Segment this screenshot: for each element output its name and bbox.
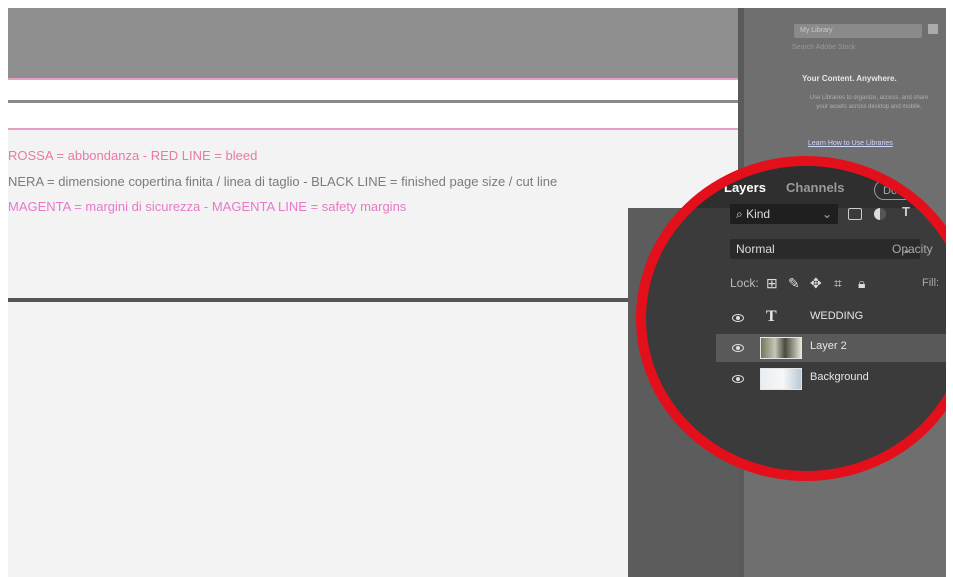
pasteboard-top [8,8,738,78]
fill-label: Fill: [922,277,940,289]
blend-mode-value: Normal [736,242,775,256]
visibility-eye-icon[interactable] [732,373,744,385]
visibility-eye-icon[interactable] [732,342,744,354]
image-filter-icon[interactable] [848,208,862,220]
layer-thumbnail [760,337,802,359]
libraries-heading: Your Content. Anywhere. [802,74,897,83]
chevron-down-icon: ⌄ [821,207,832,221]
lock-label: Lock: [730,276,759,290]
note-magenta-line: MAGENTA = margini di sicurezza - MAGENTA… [8,199,407,214]
visibility-eye-icon[interactable] [732,312,744,324]
opacity-label: Opacity [892,242,933,256]
tab-channels[interactable]: Channels [786,180,845,195]
stock-search-input[interactable]: Search Adobe Stock [792,44,855,51]
filter-kind-label: Kind [746,207,771,221]
search-icon: ⌕ [736,207,747,221]
lock-position-icon[interactable]: ✥ [810,274,822,292]
learn-libraries-link[interactable]: Learn How to Use Libraries [808,140,893,147]
grid-view-icon[interactable] [928,24,938,34]
document-pill[interactable]: Document [874,180,946,200]
safety-margin-line [8,128,738,130]
page-margin-area [8,80,738,100]
lock-image-pixels-icon[interactable]: ✎ [788,274,800,292]
layer-name: Layer 2 [810,340,847,352]
layer-thumbnail [760,368,802,390]
layer-row-wedding[interactable]: T WEDDING [716,304,946,332]
layer-name: Background [810,371,869,383]
library-select[interactable]: My Library [794,24,922,38]
layer-row-layer-2[interactable]: Layer 2 [716,334,946,362]
layers-panel-magnifier: Layers Channels Document ⌕ Kind ⌄ T Norm… [636,156,946,481]
note-red-line: ROSSA = abbondanza - RED LINE = bleed [8,148,258,163]
layer-name: WEDDING [810,310,864,322]
tab-layers[interactable]: Layers [724,180,766,195]
text-layer-icon: T [766,308,777,325]
filter-kind-select[interactable]: ⌕ Kind ⌄ [730,204,838,224]
libraries-description: Use Libraries to organize, access, and s… [809,95,929,110]
screen: ROSSA = abbondanza - RED LINE = bleed NE… [8,8,946,577]
lock-transparent-pixels-icon[interactable]: ⊞ [766,274,778,292]
lock-all-icon[interactable]: 🔒︎ [858,274,865,292]
layer-row-background[interactable]: Background [716,365,946,393]
type-filter-icon[interactable]: T [902,204,910,219]
page-margin-area [8,103,738,128]
lock-artboard-icon[interactable]: ⌗ [834,274,842,292]
note-black-line: NERA = dimensione copertina finita / lin… [8,174,558,189]
adjustment-filter-icon[interactable] [874,208,886,220]
